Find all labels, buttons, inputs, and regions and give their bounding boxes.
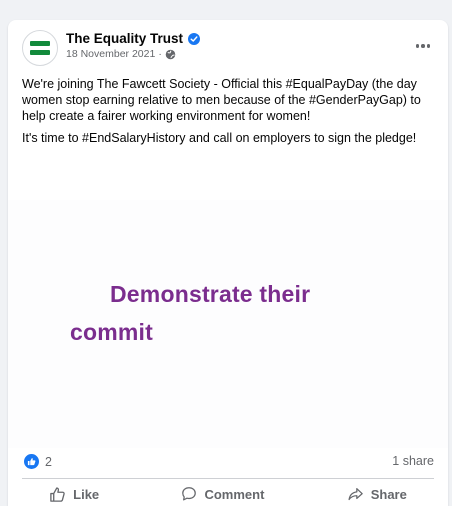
post-stats: 2 1 share — [8, 450, 448, 474]
like-reaction-icon — [24, 454, 39, 469]
logo-bar-top — [30, 41, 50, 46]
media-caption-line-1: Demonstrate their — [110, 281, 311, 307]
page-name-link[interactable]: The Equality Trust — [66, 31, 183, 46]
post-meta: 18 November 2021 · — [66, 48, 176, 60]
actions-divider — [22, 478, 434, 479]
post-paragraph-1: We're joining The Fawcett Society - Offi… — [22, 77, 421, 123]
more-dot — [415, 44, 420, 48]
post-actions: Like Comment Share — [8, 482, 448, 506]
page-name-row: The Equality Trust — [66, 31, 201, 46]
more-dot — [421, 44, 425, 48]
share-button[interactable]: Share — [347, 486, 407, 502]
reactions-count: 2 — [45, 454, 52, 469]
post-card: The Equality Trust 18 November 2021 · We… — [8, 20, 448, 506]
more-dot — [426, 44, 431, 48]
media-caption-line-2: commit — [70, 319, 153, 345]
like-button[interactable]: Like — [49, 486, 99, 503]
post-paragraph-2: It's time to #EndSalaryHistory and call … — [22, 131, 417, 145]
meta-separator: · — [158, 48, 162, 60]
post-date-link[interactable]: 18 November 2021 — [66, 48, 155, 60]
verified-badge-icon — [188, 32, 201, 45]
globe-icon[interactable] — [165, 49, 176, 60]
share-icon — [348, 488, 363, 501]
post-header: The Equality Trust 18 November 2021 · — [8, 20, 448, 70]
comment-button[interactable]: Comment — [181, 486, 264, 502]
reactions-summary[interactable]: 2 — [24, 454, 52, 469]
comment-icon — [182, 487, 197, 501]
comment-label: Comment — [204, 486, 265, 502]
like-label: Like — [73, 486, 100, 502]
more-options-button[interactable] — [412, 38, 434, 54]
post-text: We're joining The Fawcett Society - Offi… — [22, 76, 438, 152]
shares-count-link[interactable]: 1 share — [392, 454, 434, 468]
post-media-video[interactable]: Demonstrate their commit — [8, 200, 448, 448]
like-icon — [50, 486, 65, 502]
share-label: Share — [370, 486, 407, 502]
page-avatar[interactable] — [22, 30, 58, 66]
logo-bar-bottom — [30, 50, 50, 55]
